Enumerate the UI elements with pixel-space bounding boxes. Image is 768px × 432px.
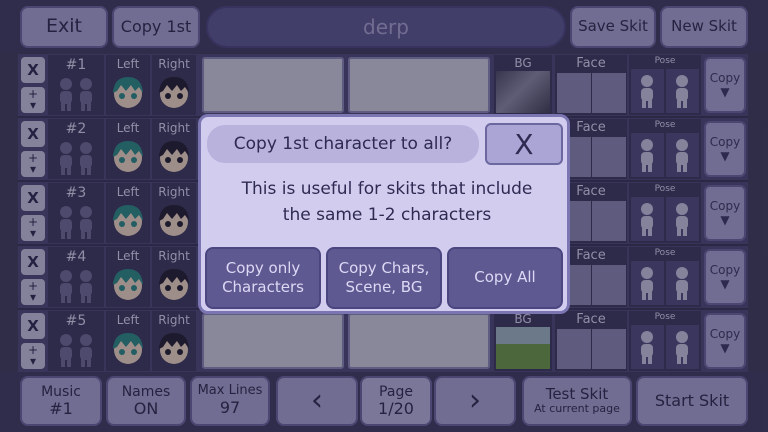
- close-icon: X: [514, 127, 534, 161]
- copy-chars-scene-bg-button[interactable]: Copy Chars, Scene, BG: [326, 247, 442, 309]
- copy-characters-line: Characters: [222, 278, 304, 296]
- copy-chars-scene-bg-line: Scene, BG: [345, 278, 423, 296]
- dialog-description-line: This is useful for skits that include: [241, 179, 533, 199]
- copy-chars-scene-bg-line: Copy Chars,: [338, 258, 430, 277]
- copy-characters-button[interactable]: Copy only Characters: [205, 247, 321, 309]
- dialog-title: Copy 1st character to all?: [207, 125, 479, 163]
- copy-first-dialog: Copy 1st character to all? X This is use…: [198, 114, 570, 314]
- copy-characters-line: Copy only: [225, 258, 301, 277]
- dialog-close-button[interactable]: X: [485, 123, 563, 165]
- copy-all-button[interactable]: Copy All: [447, 247, 563, 309]
- dialog-description: This is useful for skits that include th…: [211, 177, 563, 247]
- dialog-description-line: the same 1-2 characters: [282, 204, 492, 225]
